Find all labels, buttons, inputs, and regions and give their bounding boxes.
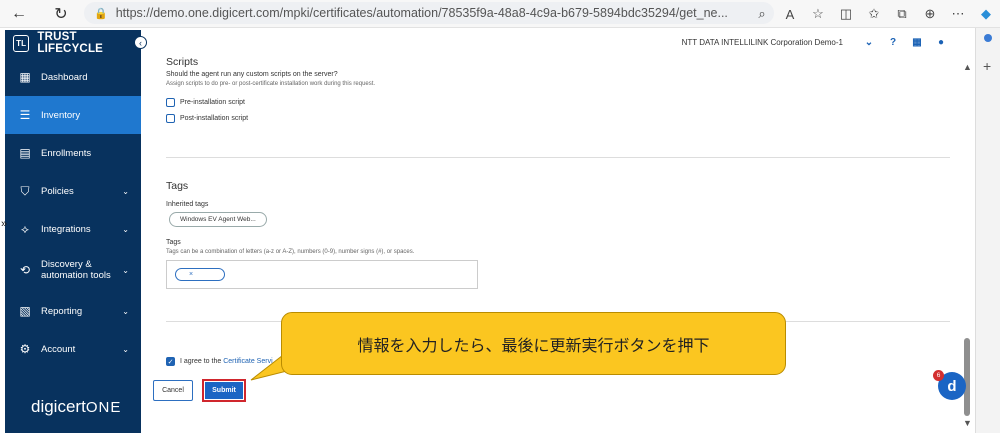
empty-tag-chip[interactable]: × bbox=[175, 268, 225, 281]
post-script-checkbox[interactable] bbox=[166, 114, 175, 123]
integrations-icon: ⟡ bbox=[21, 221, 29, 236]
report-icon: ▧ bbox=[19, 304, 31, 318]
cancel-button[interactable]: Cancel bbox=[153, 380, 193, 401]
chat-badge: 6 bbox=[933, 370, 944, 381]
split-screen-icon[interactable]: ◫ bbox=[832, 3, 860, 25]
brand-logo-icon: TL bbox=[13, 34, 30, 52]
copilot-icon[interactable]: ◆ bbox=[972, 3, 1000, 25]
account-icon: ⚙ bbox=[19, 342, 31, 356]
sidebar-item-discovery[interactable]: ⟲ Discovery & automation tools ⌄ bbox=[5, 248, 141, 292]
agree-checkbox[interactable]: ✓ bbox=[166, 357, 175, 366]
sidebar-item-policies[interactable]: ⛉ Policies ⌄ bbox=[5, 172, 141, 210]
submit-button[interactable]: Submit bbox=[205, 382, 243, 399]
sidebar-item-label: Account bbox=[41, 343, 76, 355]
favorite-icon[interactable]: ☆ bbox=[804, 3, 832, 25]
topbar: NTT DATA INTELLILINK Corporation Demo-1 … bbox=[141, 30, 975, 54]
browser-tools: ⌕ A ☆ ◫ ✩ ⧉ ⊕ ⋯ ◆ bbox=[748, 3, 1000, 25]
sidebar-item-enrollments[interactable]: ▤ Enrollments bbox=[5, 134, 141, 172]
scripts-section: Scripts Should the agent run any custom … bbox=[166, 56, 950, 123]
post-script-label: Post-installation script bbox=[180, 115, 249, 122]
inventory-icon: ☰ bbox=[19, 108, 31, 122]
chevron-down-icon: ⌄ bbox=[122, 265, 129, 275]
chevron-down-icon: ⌄ bbox=[122, 344, 129, 354]
sidebar-item-label: Inventory bbox=[41, 109, 81, 121]
remove-tag-icon[interactable]: × bbox=[189, 271, 193, 278]
tags-input[interactable]: × bbox=[166, 260, 478, 289]
pre-script-row[interactable]: Pre-installation script bbox=[166, 98, 950, 107]
sidebar-item-account[interactable]: ⚙ Account ⌄ bbox=[5, 330, 141, 368]
sidebar-item-label: Enrollments bbox=[41, 147, 92, 159]
chevron-down-icon: ⌄ bbox=[122, 224, 129, 234]
help-icon[interactable]: ? bbox=[881, 37, 905, 48]
main-content: Scripts Should the agent run any custom … bbox=[166, 56, 950, 366]
scripts-title: Scripts bbox=[166, 56, 199, 68]
inherited-tags-label: Inherited tags bbox=[166, 201, 209, 208]
scroll-thumb[interactable] bbox=[964, 338, 970, 416]
more-icon[interactable]: ⋯ bbox=[944, 3, 972, 25]
digicert-logo: digicertONE bbox=[31, 397, 121, 417]
pre-script-label: Pre-installation script bbox=[180, 99, 245, 106]
sidebar-item-dashboard[interactable]: ▦ Dashboard bbox=[5, 58, 141, 96]
lock-icon: 🔒 bbox=[94, 7, 108, 20]
sidebar-item-label: Discovery & automation tools bbox=[41, 259, 111, 281]
apps-grid-icon[interactable]: ▦ bbox=[905, 37, 929, 48]
tags-section: Tags Inherited tags Windows EV Agent Web… bbox=[166, 180, 478, 289]
back-icon[interactable]: ← bbox=[6, 1, 32, 27]
sidebar-nav: ▦ Dashboard ☰ Inventory ▤ Enrollments ⛉ … bbox=[5, 58, 141, 368]
inherited-tag: Windows EV Agent Web... bbox=[169, 212, 267, 227]
refresh-icon[interactable]: ↻ bbox=[48, 1, 74, 27]
page-scrollbar[interactable]: ▲ ▼ bbox=[961, 56, 973, 430]
extensions-icon[interactable]: ⊕ bbox=[916, 3, 944, 25]
sidebar-item-inventory[interactable]: ☰ Inventory bbox=[5, 96, 141, 134]
digicert-logo-sub: ONE bbox=[85, 399, 122, 416]
scroll-down-icon[interactable]: ▼ bbox=[963, 418, 972, 428]
browser-side-panel: + bbox=[975, 28, 1000, 433]
scripts-question: Should the agent run any custom scripts … bbox=[166, 71, 338, 78]
expand-icon[interactable]: » bbox=[1, 218, 7, 230]
add-icon[interactable]: + bbox=[983, 58, 991, 74]
user-icon[interactable]: ● bbox=[929, 37, 953, 48]
shield-icon: ⛉ bbox=[20, 183, 30, 198]
tags-title: Tags bbox=[166, 180, 189, 192]
browser-toolbar: ← ↻ 🔒 https://demo.one.digicert.com/mpki… bbox=[0, 0, 1000, 28]
submit-highlight: Submit bbox=[202, 379, 246, 402]
zoom-icon[interactable]: ⌕ bbox=[748, 3, 776, 25]
url-text: https://demo.one.digicert.com/mpki/certi… bbox=[115, 6, 728, 20]
tags-label: Tags bbox=[166, 239, 181, 246]
sidebar-item-reporting[interactable]: ▧ Reporting ⌄ bbox=[5, 292, 141, 330]
digicert-logo-main: digicert bbox=[31, 397, 86, 416]
discovery-icon: ⟲ bbox=[19, 262, 31, 277]
sidebar-item-label: Policies bbox=[41, 185, 74, 197]
chevron-down-icon: ⌄ bbox=[122, 306, 129, 316]
collections-icon[interactable]: ⧉ bbox=[888, 3, 916, 25]
instruction-callout: 情報を入力したら、最後に更新実行ボタンを押下 bbox=[281, 312, 786, 375]
enrollments-icon: ▤ bbox=[19, 146, 31, 160]
sidebar-item-label: Dashboard bbox=[41, 71, 88, 83]
sidebar-item-label: Reporting bbox=[41, 305, 83, 317]
brand-title: TRUST LIFECYCLE bbox=[37, 31, 104, 55]
scripts-hint: Assign scripts to do pre- or post-certif… bbox=[166, 81, 376, 87]
agree-prefix: I agree to the bbox=[180, 358, 222, 365]
post-script-row[interactable]: Post-installation script bbox=[166, 114, 950, 123]
sidebar-item-label: Integrations bbox=[41, 223, 91, 235]
side-app-icon[interactable] bbox=[984, 34, 992, 42]
read-aloud-icon[interactable]: A bbox=[776, 3, 804, 25]
dashboard-icon: ▦ bbox=[19, 70, 31, 84]
divider bbox=[166, 157, 950, 158]
sidebar: TL TRUST LIFECYCLE ▦ Dashboard ☰ Invento… bbox=[5, 30, 141, 433]
pre-script-checkbox[interactable] bbox=[166, 98, 175, 107]
favorites-icon[interactable]: ✩ bbox=[860, 3, 888, 25]
chevron-down-icon[interactable]: ⌄ bbox=[857, 37, 881, 48]
scroll-up-icon[interactable]: ▲ bbox=[963, 62, 972, 72]
brand: TL TRUST LIFECYCLE bbox=[5, 30, 141, 56]
chevron-down-icon: ⌄ bbox=[122, 186, 129, 196]
org-selector[interactable]: NTT DATA INTELLILINK Corporation Demo-1 bbox=[682, 38, 843, 47]
address-bar[interactable]: 🔒 https://demo.one.digicert.com/mpki/cer… bbox=[84, 2, 774, 24]
sidebar-item-integrations[interactable]: ⟡ Integrations ⌄ bbox=[5, 210, 141, 248]
tags-hint: Tags can be a combination of letters (a-… bbox=[166, 249, 415, 255]
